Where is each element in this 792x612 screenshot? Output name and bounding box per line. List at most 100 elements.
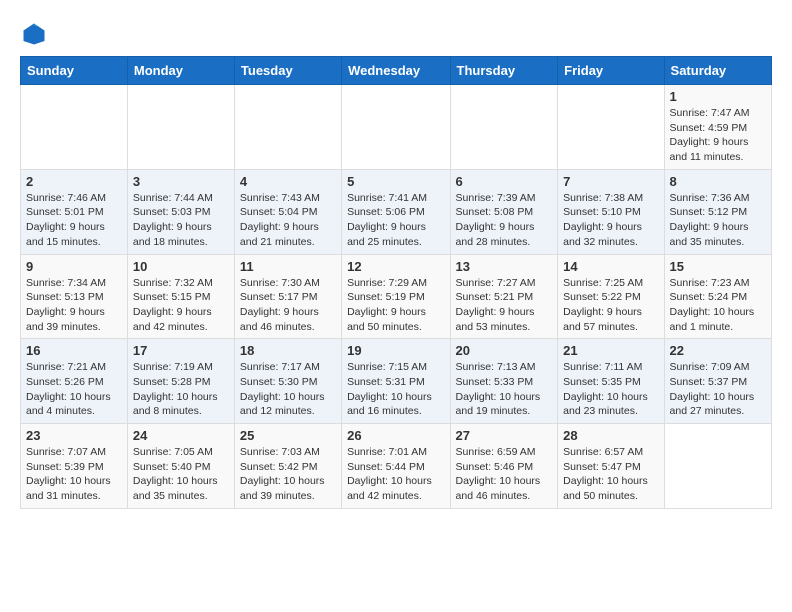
day-number: 11: [240, 259, 336, 274]
day-info: Sunrise: 7:15 AM Sunset: 5:31 PM Dayligh…: [347, 360, 444, 419]
calendar-cell: 25Sunrise: 7:03 AM Sunset: 5:42 PM Dayli…: [234, 424, 341, 509]
calendar-cell: 11 Sunrise: 7:30 AM Sunset: 5:17 PM Dayli…: [234, 254, 341, 339]
day-info: Sunrise: 7:27 AM Sunset: 5:21 PM Dayligh…: [456, 276, 553, 335]
day-number: 12: [347, 259, 444, 274]
calendar-table: SundayMondayTuesdayWednesdayThursdayFrid…: [20, 56, 772, 509]
calendar-cell: [558, 85, 664, 170]
day-number: 23: [26, 428, 122, 443]
day-info: Sunrise: 7:41 AM Sunset: 5:06 PM Dayligh…: [347, 191, 444, 250]
calendar-header-row: SundayMondayTuesdayWednesdayThursdayFrid…: [21, 57, 772, 85]
day-number: 3: [133, 174, 229, 189]
day-info: Sunrise: 7:47 AM Sunset: 4:59 PM Dayligh…: [670, 106, 766, 165]
calendar-cell: [664, 424, 771, 509]
day-info: Sunrise: 7:01 AM Sunset: 5:44 PM Dayligh…: [347, 445, 444, 504]
day-number: 19: [347, 343, 444, 358]
calendar-cell: 28 Sunrise: 6:57 AM Sunset: 5:47 PM Dayli…: [558, 424, 664, 509]
day-number: 21: [563, 343, 658, 358]
calendar-cell: [127, 85, 234, 170]
day-of-week-header: Thursday: [450, 57, 558, 85]
day-number: 26: [347, 428, 444, 443]
day-info: Sunrise: 7:32 AM Sunset: 5:15 PM Dayligh…: [133, 276, 229, 335]
day-info: Sunrise: 7:05 AM Sunset: 5:40 PM Dayligh…: [133, 445, 229, 504]
calendar-cell: 10 Sunrise: 7:32 AM Sunset: 5:15 PM Dayli…: [127, 254, 234, 339]
calendar-week-row: 23 Sunrise: 7:07 AM Sunset: 5:39 PM Dayli…: [21, 424, 772, 509]
calendar-cell: 27 Sunrise: 6:59 AM Sunset: 5:46 PM Dayli…: [450, 424, 558, 509]
day-info: Sunrise: 7:43 AM Sunset: 5:04 PM Dayligh…: [240, 191, 336, 250]
day-number: 2: [26, 174, 122, 189]
calendar-week-row: 9Sunrise: 7:34 AM Sunset: 5:13 PM Daylig…: [21, 254, 772, 339]
day-info: Sunrise: 7:38 AM Sunset: 5:10 PM Dayligh…: [563, 191, 658, 250]
calendar-cell: 5 Sunrise: 7:41 AM Sunset: 5:06 PM Daylig…: [342, 169, 450, 254]
day-info: Sunrise: 7:19 AM Sunset: 5:28 PM Dayligh…: [133, 360, 229, 419]
day-number: 7: [563, 174, 658, 189]
day-info: Sunrise: 7:23 AM Sunset: 5:24 PM Dayligh…: [670, 276, 766, 335]
calendar-cell: 24 Sunrise: 7:05 AM Sunset: 5:40 PM Dayli…: [127, 424, 234, 509]
day-number: 6: [456, 174, 553, 189]
calendar-cell: 3 Sunrise: 7:44 AM Sunset: 5:03 PM Daylig…: [127, 169, 234, 254]
day-info: Sunrise: 7:09 AM Sunset: 5:37 PM Dayligh…: [670, 360, 766, 419]
day-number: 5: [347, 174, 444, 189]
calendar-cell: 4 Sunrise: 7:43 AM Sunset: 5:04 PM Daylig…: [234, 169, 341, 254]
day-number: 17: [133, 343, 229, 358]
day-of-week-header: Sunday: [21, 57, 128, 85]
day-info: Sunrise: 7:44 AM Sunset: 5:03 PM Dayligh…: [133, 191, 229, 250]
day-info: Sunrise: 7:21 AM Sunset: 5:26 PM Dayligh…: [26, 360, 122, 419]
day-info: Sunrise: 7:36 AM Sunset: 5:12 PM Dayligh…: [670, 191, 766, 250]
calendar-cell: 13 Sunrise: 7:27 AM Sunset: 5:21 PM Dayli…: [450, 254, 558, 339]
day-info: Sunrise: 7:03 AM Sunset: 5:42 PM Dayligh…: [240, 445, 336, 504]
calendar-cell: 2 Sunrise: 7:46 AM Sunset: 5:01 PM Daylig…: [21, 169, 128, 254]
day-number: 8: [670, 174, 766, 189]
calendar-cell: 12 Sunrise: 7:29 AM Sunset: 5:19 PM Dayli…: [342, 254, 450, 339]
calendar-cell: [342, 85, 450, 170]
day-number: 10: [133, 259, 229, 274]
calendar-cell: 18Sunrise: 7:17 AM Sunset: 5:30 PM Dayli…: [234, 339, 341, 424]
calendar-cell: 20 Sunrise: 7:13 AM Sunset: 5:33 PM Dayli…: [450, 339, 558, 424]
calendar-cell: 22 Sunrise: 7:09 AM Sunset: 5:37 PM Dayli…: [664, 339, 771, 424]
day-info: Sunrise: 7:30 AM Sunset: 5:17 PM Dayligh…: [240, 276, 336, 335]
day-info: Sunrise: 7:34 AM Sunset: 5:13 PM Dayligh…: [26, 276, 122, 335]
day-number: 15: [670, 259, 766, 274]
day-number: 20: [456, 343, 553, 358]
calendar-cell: 7 Sunrise: 7:38 AM Sunset: 5:10 PM Daylig…: [558, 169, 664, 254]
day-of-week-header: Tuesday: [234, 57, 341, 85]
day-of-week-header: Friday: [558, 57, 664, 85]
calendar-cell: 1 Sunrise: 7:47 AM Sunset: 4:59 PM Daylig…: [664, 85, 771, 170]
calendar-cell: 15 Sunrise: 7:23 AM Sunset: 5:24 PM Dayli…: [664, 254, 771, 339]
day-info: Sunrise: 7:25 AM Sunset: 5:22 PM Dayligh…: [563, 276, 658, 335]
day-number: 14: [563, 259, 658, 274]
day-number: 28: [563, 428, 658, 443]
page-header: [20, 20, 772, 48]
day-number: 22: [670, 343, 766, 358]
calendar-cell: 26 Sunrise: 7:01 AM Sunset: 5:44 PM Dayli…: [342, 424, 450, 509]
calendar-cell: 14 Sunrise: 7:25 AM Sunset: 5:22 PM Dayli…: [558, 254, 664, 339]
logo-icon: [20, 20, 48, 48]
day-info: Sunrise: 6:57 AM Sunset: 5:47 PM Dayligh…: [563, 445, 658, 504]
day-number: 1: [670, 89, 766, 104]
logo: [20, 20, 52, 48]
day-of-week-header: Saturday: [664, 57, 771, 85]
calendar-week-row: 1 Sunrise: 7:47 AM Sunset: 4:59 PM Daylig…: [21, 85, 772, 170]
calendar-cell: 23 Sunrise: 7:07 AM Sunset: 5:39 PM Dayli…: [21, 424, 128, 509]
calendar-week-row: 16 Sunrise: 7:21 AM Sunset: 5:26 PM Dayli…: [21, 339, 772, 424]
calendar-cell: 19 Sunrise: 7:15 AM Sunset: 5:31 PM Dayli…: [342, 339, 450, 424]
day-number: 13: [456, 259, 553, 274]
day-of-week-header: Monday: [127, 57, 234, 85]
day-info: Sunrise: 7:11 AM Sunset: 5:35 PM Dayligh…: [563, 360, 658, 419]
day-number: 4: [240, 174, 336, 189]
day-number: 16: [26, 343, 122, 358]
day-number: 27: [456, 428, 553, 443]
day-number: 24: [133, 428, 229, 443]
day-info: Sunrise: 7:13 AM Sunset: 5:33 PM Dayligh…: [456, 360, 553, 419]
day-info: Sunrise: 7:46 AM Sunset: 5:01 PM Dayligh…: [26, 191, 122, 250]
calendar-week-row: 2 Sunrise: 7:46 AM Sunset: 5:01 PM Daylig…: [21, 169, 772, 254]
day-info: Sunrise: 7:07 AM Sunset: 5:39 PM Dayligh…: [26, 445, 122, 504]
calendar-cell: [21, 85, 128, 170]
calendar-cell: 16 Sunrise: 7:21 AM Sunset: 5:26 PM Dayli…: [21, 339, 128, 424]
day-info: Sunrise: 7:29 AM Sunset: 5:19 PM Dayligh…: [347, 276, 444, 335]
calendar-cell: [450, 85, 558, 170]
day-info: Sunrise: 7:17 AM Sunset: 5:30 PM Dayligh…: [240, 360, 336, 419]
calendar-cell: 6Sunrise: 7:39 AM Sunset: 5:08 PM Daylig…: [450, 169, 558, 254]
day-info: Sunrise: 6:59 AM Sunset: 5:46 PM Dayligh…: [456, 445, 553, 504]
calendar-cell: 17 Sunrise: 7:19 AM Sunset: 5:28 PM Dayli…: [127, 339, 234, 424]
calendar-cell: [234, 85, 341, 170]
